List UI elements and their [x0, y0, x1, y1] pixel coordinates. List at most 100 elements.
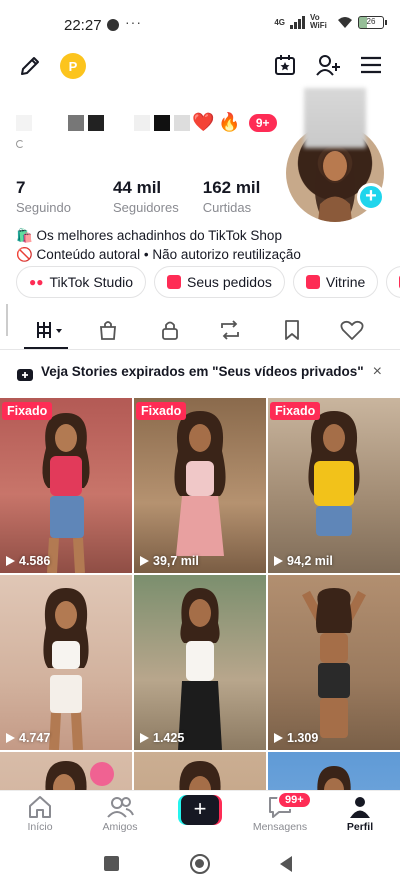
play-icon: [274, 556, 283, 566]
video-thumbnail[interactable]: Fixado 4.586: [0, 398, 132, 573]
name-pixel-block: [16, 114, 32, 131]
nav-home-label: Início: [27, 821, 53, 833]
view-count: 4.586: [6, 554, 50, 568]
chip-label: Seus pedidos: [187, 274, 272, 290]
name-pixel-block: [154, 114, 170, 131]
link-icon: [16, 140, 24, 148]
add-friend-icon[interactable]: [313, 51, 343, 79]
close-icon[interactable]: ×: [373, 363, 382, 381]
followers-label: Seguidores: [112, 200, 179, 215]
chip-showcase[interactable]: Vitrine: [292, 266, 379, 298]
coin-icon[interactable]: P: [60, 53, 86, 79]
tab-private-lock-icon[interactable]: [156, 316, 184, 344]
profile-icon: [350, 797, 370, 818]
view-count: 94,2 mil: [274, 554, 333, 568]
chip-tiktok-studio[interactable]: ●● TikTok Studio: [16, 266, 147, 298]
shop-icon: [305, 275, 320, 289]
vowifi-label: Vo WiFi: [310, 13, 327, 30]
tab-shop-bag-icon[interactable]: [94, 316, 122, 344]
stories-banner[interactable]: Veja Stories expirados em "Seus vídeos p…: [0, 350, 400, 396]
system-navigation: [0, 840, 400, 888]
home-circle-icon[interactable]: [190, 854, 210, 874]
avatar-container[interactable]: +: [286, 88, 386, 222]
video-grid: Fixado 4.586 Fixado 39,7 mil Fixado 94,2…: [0, 398, 400, 798]
tab-videos-grid[interactable]: [32, 316, 68, 344]
stat-likes[interactable]: 162 mil Curtidas: [203, 178, 261, 215]
nav-inbox-label: Mensagens: [252, 821, 308, 833]
studio-icon: ●●: [29, 275, 44, 289]
friends-icon: [107, 797, 134, 818]
notification-dot-icon: [107, 19, 119, 31]
nav-profile-label: Perfil: [346, 821, 374, 833]
profile-bio: 🛍️ Os melhores achadinhos do TikTok Shop…: [16, 226, 301, 264]
nav-friends[interactable]: Amigos: [80, 795, 160, 833]
shopping-bag-icon: [167, 275, 182, 289]
signal-icon: [290, 15, 305, 29]
content-tabs: [0, 304, 400, 350]
likes-count: 162 mil: [202, 178, 261, 197]
play-icon: [140, 556, 149, 566]
tab-reposts-icon[interactable]: [216, 316, 244, 344]
profile-stats: 7 Seguindo 44 mil Seguidores 162 mil Cur…: [16, 178, 284, 215]
active-tab-indicator: [24, 347, 68, 349]
edit-pencil-icon[interactable]: [16, 52, 44, 80]
nav-friends-label: Amigos: [102, 821, 138, 833]
name-pixel-block: [88, 114, 104, 131]
video-thumbnail[interactable]: 1.309: [268, 575, 400, 750]
create-plus-icon: +: [181, 795, 219, 825]
chip-label: TikTok Studio: [49, 274, 134, 290]
recents-square-icon[interactable]: [104, 856, 119, 871]
create-button[interactable]: +: [178, 795, 222, 825]
view-count: 1.425: [140, 731, 184, 745]
chip-orders[interactable]: Seus pedidos: [154, 266, 285, 298]
tab-favorites-bookmark-icon[interactable]: [278, 316, 306, 344]
pinned-badge: Fixado: [2, 402, 53, 420]
name-pixel-block: [174, 114, 190, 131]
likes-label: Curtidas: [202, 200, 252, 215]
bio-line: 🚫 Conteúdo autoral • Não autorizo reutil…: [16, 247, 301, 262]
banner-text: Veja Stories expirados em "Seus vídeos p…: [41, 364, 364, 379]
video-thumbnail[interactable]: 4.747: [0, 575, 132, 750]
view-count: 39,7 mil: [140, 554, 199, 568]
tab-liked-heart-icon[interactable]: [338, 316, 366, 344]
nav-profile[interactable]: Perfil: [320, 795, 400, 833]
chip-more[interactable]: In: [386, 266, 400, 298]
profile-shortcuts: ●● TikTok Studio Seus pedidos Vitrine In: [16, 266, 400, 298]
play-icon: [6, 733, 15, 743]
battery-icon: 26: [358, 15, 387, 29]
wifi-icon: [338, 16, 352, 28]
bio-line: 🛍️ Os melhores achadinhos do TikTok Shop: [16, 228, 282, 243]
inbox-badge: 99+: [277, 791, 312, 809]
view-count: 4.747: [6, 731, 50, 745]
menu-icon[interactable]: [357, 51, 385, 79]
video-thumbnail[interactable]: 1.425: [134, 575, 266, 750]
fire-emoji: 🔥: [218, 112, 241, 132]
stat-followers[interactable]: 44 mil Seguidores: [113, 178, 179, 215]
following-count: 7: [16, 178, 26, 197]
video-thumbnail[interactable]: Fixado 94,2 mil: [268, 398, 400, 573]
heart-emoji: ❤️: [192, 112, 215, 132]
play-icon: [6, 556, 15, 566]
play-icon: [140, 733, 149, 743]
status-more: ···: [125, 14, 142, 30]
status-bar: 22:27 ··· 4G Vo WiFi 26: [0, 0, 400, 48]
profile-name-row: ❤️ 🔥 9+: [16, 112, 277, 133]
status-icons: 4G Vo WiFi 26: [274, 13, 387, 30]
add-story-plus-icon[interactable]: +: [357, 183, 385, 211]
avatar-blur-overlay: [304, 88, 366, 148]
stat-following[interactable]: 7 Seguindo: [16, 178, 71, 215]
pinned-badge: Fixado: [136, 402, 187, 420]
name-pixel-block: [134, 114, 150, 131]
back-triangle-icon[interactable]: [278, 855, 294, 873]
status-time: 22:27: [64, 17, 102, 34]
camera-plus-icon: [17, 369, 33, 381]
video-thumbnail[interactable]: Fixado 39,7 mil: [134, 398, 266, 573]
nav-home[interactable]: Início: [0, 795, 80, 833]
calendar-star-icon[interactable]: [271, 51, 299, 79]
play-icon: [274, 733, 283, 743]
svg-text:P: P: [69, 59, 78, 74]
following-label: Seguindo: [16, 200, 71, 215]
view-count: 1.309: [274, 731, 318, 745]
notification-badge[interactable]: 9+: [248, 113, 277, 132]
followers-count: 44 mil: [112, 178, 162, 197]
